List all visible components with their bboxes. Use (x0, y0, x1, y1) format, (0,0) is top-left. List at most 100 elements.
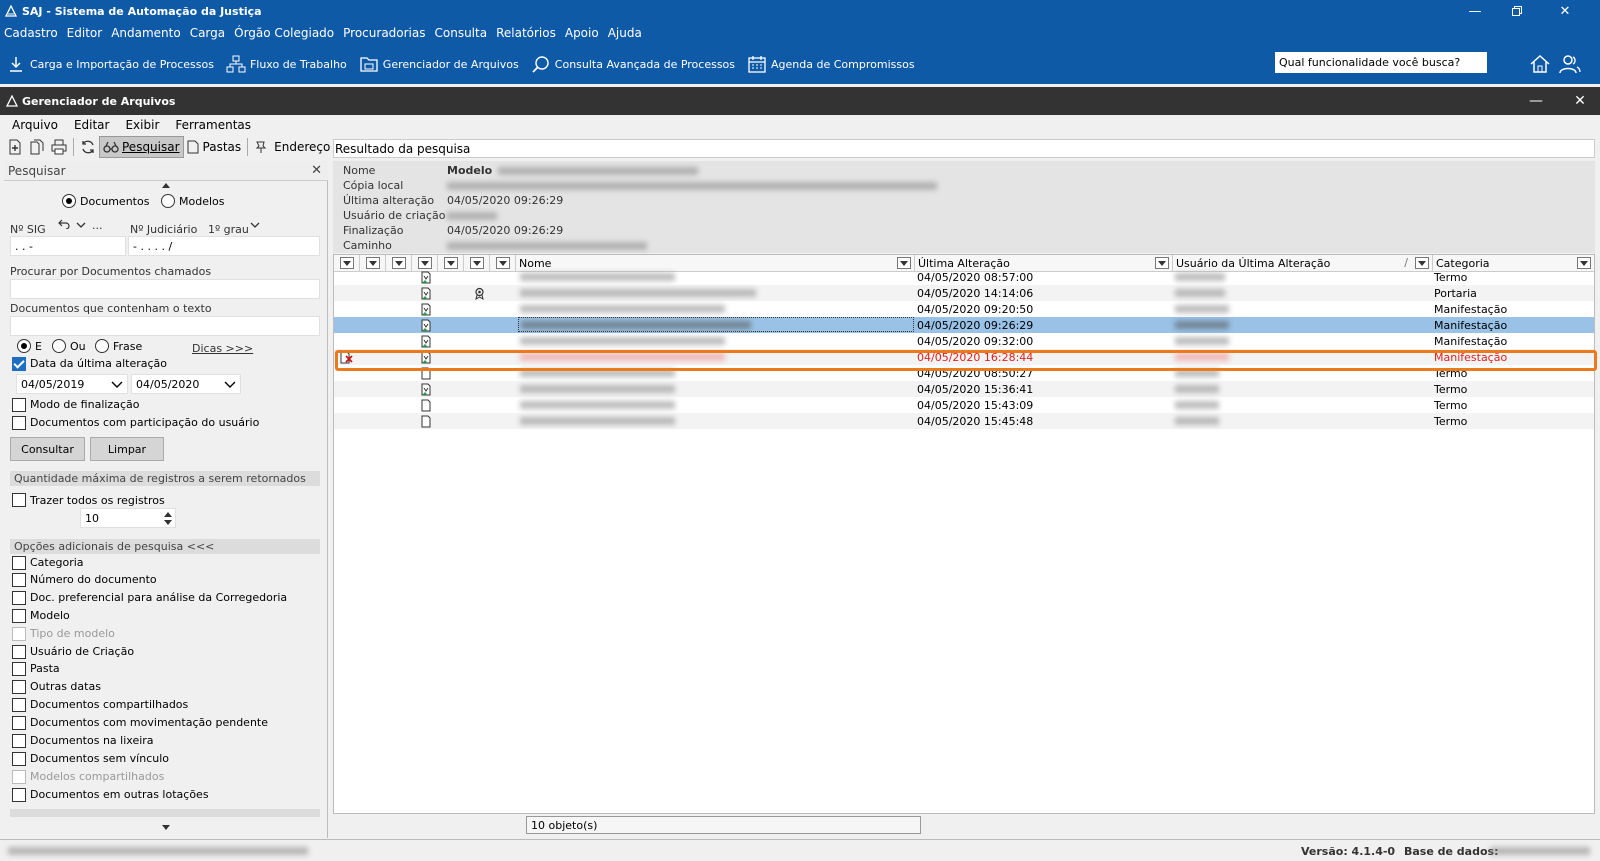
toolbar-fluxo-trabalho[interactable]: Fluxo de Trabalho (226, 54, 347, 74)
contains-text-input[interactable] (10, 316, 320, 336)
additional-options-section[interactable]: Opções adicionais de pesquisa <<< (10, 539, 320, 554)
functionality-search-input[interactable] (1275, 52, 1487, 73)
menu-exibir[interactable]: Exibir (125, 118, 159, 132)
judicial-input[interactable]: - . . . . / (128, 236, 320, 256)
date-to-chevron-icon[interactable] (224, 381, 236, 388)
mode-and-radio[interactable] (17, 339, 31, 353)
toolbar-agenda[interactable]: Agenda de Compromissos (747, 54, 915, 74)
close-icon[interactable]: ✕ (1545, 0, 1585, 22)
option-checkbox-categoria[interactable] (12, 556, 26, 570)
last-change-checkbox[interactable] (12, 357, 26, 371)
mode-or-radio[interactable] (52, 339, 66, 353)
column-filter-dropdown[interactable] (417, 257, 432, 269)
tips-link[interactable]: Dicas >>> (192, 342, 253, 355)
print-icon[interactable] (48, 136, 70, 158)
column-filter-dropdown[interactable] (443, 257, 458, 269)
child-close-icon[interactable]: ✕ (1560, 87, 1600, 115)
menu-cadastro[interactable]: Cadastro (4, 26, 58, 40)
toolbar-consulta-avancada[interactable]: Consulta Avançada de Processos (531, 54, 735, 74)
sig-dropdown-chevron-icon[interactable] (76, 222, 86, 228)
minimize-icon[interactable]: — (1455, 0, 1495, 22)
consult-button[interactable]: Consultar (10, 437, 85, 461)
max-records-stepper[interactable]: 10 (80, 508, 176, 528)
info-row-finalization: Finalização 04/05/2020 09:26:29 (343, 223, 563, 238)
undo-icon[interactable] (58, 219, 70, 229)
search-toggle-button[interactable]: Pesquisar (99, 136, 184, 158)
degree-chevron-icon[interactable] (250, 222, 260, 228)
menu-editor[interactable]: Editor (67, 26, 103, 40)
finalization-checkbox[interactable] (12, 398, 26, 412)
table-row[interactable]: 04/05/2020 08:57:00 Termo (334, 269, 1594, 285)
menu-procuradorias[interactable]: Procuradorias (343, 26, 425, 40)
option-checkbox-outras-lotacoes[interactable] (12, 788, 26, 802)
new-document-icon[interactable] (4, 136, 26, 158)
refresh-icon[interactable] (77, 136, 99, 158)
toolbar-gerenciador-arquivos[interactable]: Gerenciador de Arquivos (359, 54, 519, 74)
menu-ajuda[interactable]: Ajuda (608, 26, 642, 40)
clear-button[interactable]: Limpar (90, 437, 164, 461)
menu-consulta[interactable]: Consulta (435, 26, 488, 40)
menu-ferramentas[interactable]: Ferramentas (175, 118, 251, 132)
menu-orgao-colegiado[interactable]: Órgão Colegiado (234, 26, 334, 40)
sig-input[interactable]: . . - (10, 236, 126, 256)
column-filter-dropdown[interactable] (469, 257, 484, 269)
table-row[interactable]: 04/05/2020 08:50:27 Termo (334, 365, 1594, 381)
date-from-chevron-icon[interactable] (111, 381, 123, 388)
column-filter-dropdown[interactable] (1415, 257, 1429, 269)
column-filter-dropdown[interactable] (1155, 257, 1169, 269)
home-icon[interactable] (1528, 52, 1552, 76)
table-row[interactable]: 04/05/2020 14:14:06 Portaria (334, 285, 1594, 301)
sig-more[interactable]: ... (92, 219, 103, 232)
pushpin-icon[interactable] (254, 140, 268, 154)
participation-checkbox[interactable] (12, 416, 26, 430)
search-called-input[interactable] (10, 279, 320, 299)
table-row[interactable]: 04/05/2020 15:43:09 Termo (334, 397, 1594, 413)
option-checkbox-numero-documento[interactable] (12, 573, 26, 587)
option-checkbox-lixeira[interactable] (12, 734, 26, 748)
menu-carga[interactable]: Carga (190, 26, 225, 40)
folders-toggle-button[interactable]: Pastas (184, 136, 245, 158)
table-row[interactable]: 04/05/2020 09:32:00 Manifestação (334, 333, 1594, 349)
table-row-selected[interactable]: 04/05/2020 09:26:29 Manifestação (334, 317, 1594, 333)
column-filter-dropdown[interactable] (391, 257, 406, 269)
table-row[interactable]: 04/05/2020 09:20:50 Manifestação (334, 301, 1594, 317)
type-models-radio[interactable] (161, 194, 175, 208)
option-checkbox-outras-datas[interactable] (12, 680, 26, 694)
column-filter-dropdown[interactable] (339, 257, 354, 269)
stepper-up-icon[interactable] (164, 511, 172, 517)
bring-all-checkbox[interactable] (12, 493, 26, 507)
restore-icon[interactable] (1497, 0, 1537, 22)
date-from-field[interactable]: 04/05/2019 (16, 374, 128, 394)
column-filter-dropdown[interactable] (495, 257, 510, 269)
menu-relatorios[interactable]: Relatórios (496, 26, 556, 40)
option-checkbox-doc-preferencial[interactable] (12, 591, 26, 605)
column-filter-dropdown[interactable] (365, 257, 380, 269)
menu-editar[interactable]: Editar (74, 118, 110, 132)
scroll-up-icon[interactable] (162, 182, 170, 188)
scroll-down-icon[interactable] (162, 825, 170, 831)
users-icon[interactable] (1558, 52, 1582, 76)
toolbar-carga-importacao[interactable]: Carga e Importação de Processos (6, 54, 214, 74)
option-checkbox-modelo[interactable] (12, 609, 26, 623)
mode-phrase-radio[interactable] (95, 339, 109, 353)
column-filter-dropdown[interactable] (897, 257, 911, 269)
table-row-error[interactable]: 04/05/2020 16:28:44 Manifestação (334, 349, 1594, 365)
stepper-down-icon[interactable] (164, 520, 172, 526)
option-checkbox-pasta[interactable] (12, 662, 26, 676)
option-checkbox-usuario-criacao[interactable] (12, 645, 26, 659)
type-documents-radio[interactable] (62, 194, 76, 208)
option-checkbox-documentos-compartilhados[interactable] (12, 698, 26, 712)
copy-document-icon[interactable] (26, 136, 48, 158)
menu-andamento[interactable]: Andamento (111, 26, 181, 40)
date-to-field[interactable]: 04/05/2020 (131, 374, 241, 394)
table-row[interactable]: 04/05/2020 15:36:41 Termo (334, 381, 1594, 397)
option-checkbox-sem-vinculo[interactable] (12, 752, 26, 766)
column-filter-dropdown[interactable] (1577, 257, 1591, 269)
table-row[interactable]: 04/05/2020 15:45:48 Termo (334, 413, 1594, 429)
menu-arquivo[interactable]: Arquivo (12, 118, 58, 132)
menu-apoio[interactable]: Apoio (565, 26, 599, 40)
child-minimize-icon[interactable]: — (1516, 87, 1556, 115)
address-field[interactable]: Resultado da pesquisa (333, 139, 1595, 158)
option-checkbox-movimentacao-pendente[interactable] (12, 716, 26, 730)
search-panel-close-icon[interactable]: ✕ (311, 163, 322, 178)
